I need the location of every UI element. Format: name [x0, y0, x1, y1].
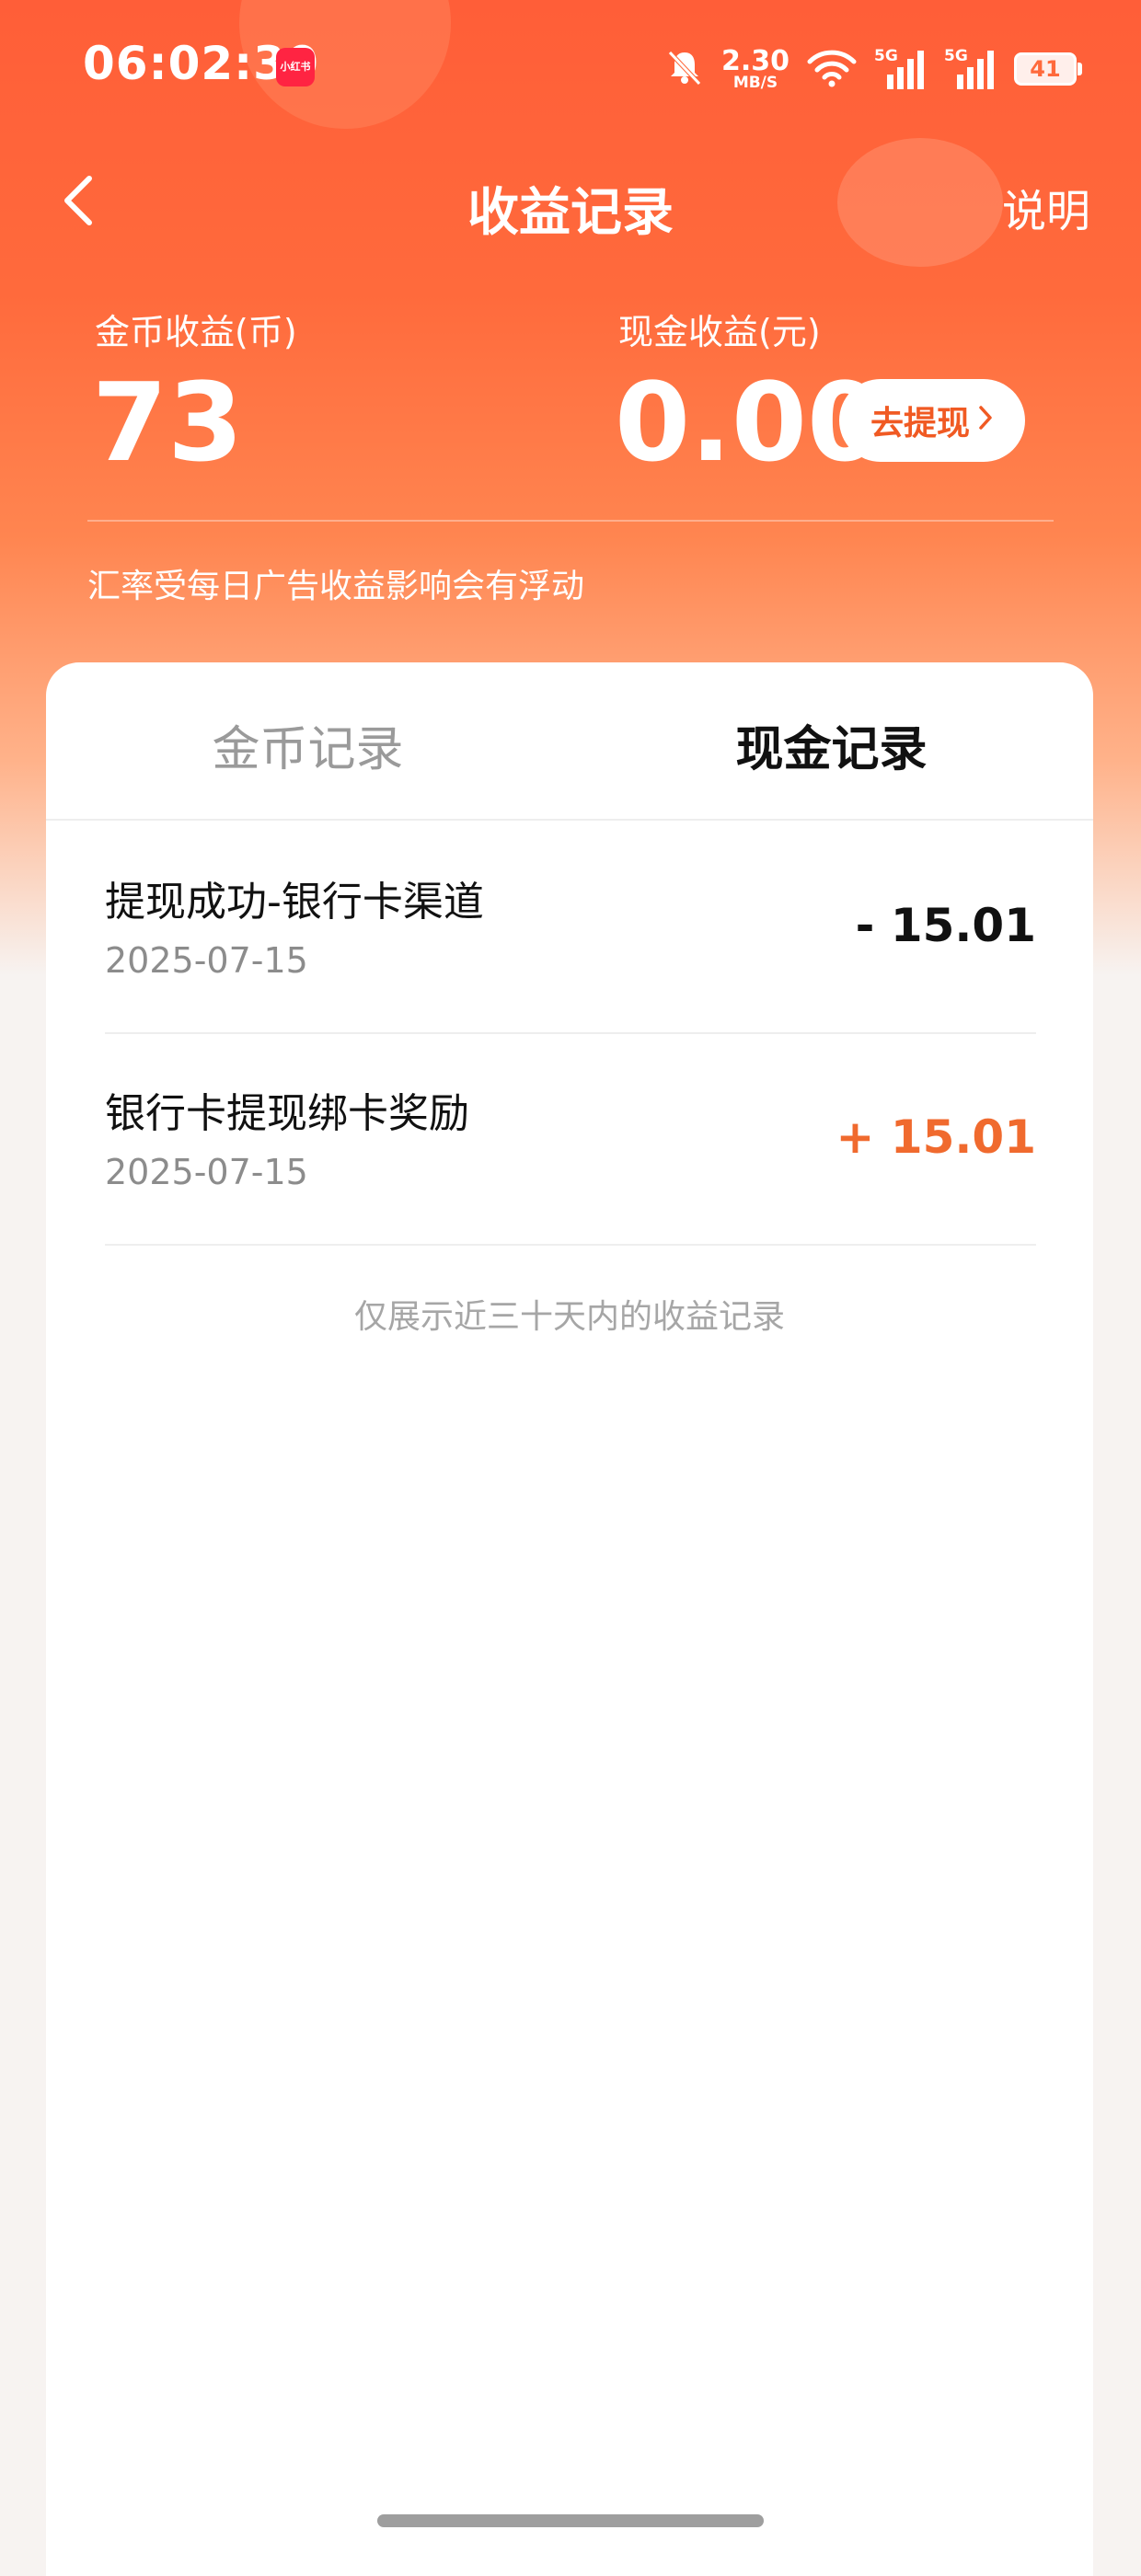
withdraw-button[interactable]: 去提现	[839, 379, 1025, 462]
chevron-right-icon	[977, 402, 994, 440]
record-title: 银行卡提现绑卡奖励	[105, 1090, 469, 1137]
coin-earnings-value: 73	[92, 359, 244, 486]
battery-icon: 41	[1014, 52, 1082, 86]
network-speed: 2.30 MB/S	[720, 44, 789, 92]
help-link[interactable]: 说明	[1002, 175, 1090, 239]
status-bar: 06:02:30 小红书 2.30 MB/S 5G 5G 41	[0, 0, 1141, 138]
record-title: 提现成功-银行卡渠道	[105, 879, 484, 926]
app-notification-icon: 小红书	[276, 48, 315, 86]
page-title: 收益记录	[467, 183, 674, 243]
nav-bar: 收益记录 说明	[0, 147, 1141, 258]
tab-cash-records[interactable]: 现金记录	[570, 710, 1093, 779]
records-card: 金币记录 现金记录 提现成功-银行卡渠道 2025-07-15 - 15.01 …	[46, 662, 1093, 2576]
record-row: 提现成功-银行卡渠道 2025-07-15 - 15.01	[105, 821, 1036, 1034]
signal-5g-icon: 5G	[944, 47, 997, 91]
record-amount: + 15.01	[836, 1110, 1036, 1164]
record-amount: - 15.01	[855, 899, 1036, 952]
divider	[87, 520, 1054, 522]
home-indicator[interactable]	[377, 2514, 764, 2527]
records-footer-note: 仅展示近三十天内的收益记录	[353, 1298, 785, 1336]
exchange-rate-note: 汇率受每日广告收益影响会有浮动	[87, 568, 585, 605]
withdraw-button-label: 去提现	[870, 405, 970, 443]
tab-coin-records[interactable]: 金币记录	[46, 710, 570, 779]
record-tabs: 金币记录 现金记录	[46, 662, 1093, 821]
earnings-summary: 金币收益(币) 73 现金收益(元) 0.00 去提现 汇率受每日广告收益影响会…	[0, 304, 1141, 635]
status-icons: 2.30 MB/S 5G 5G 41	[664, 37, 1082, 101]
cash-earnings-label: 现金收益(元)	[618, 312, 821, 352]
coin-earnings-label: 金币收益(币)	[95, 312, 297, 352]
record-date: 2025-07-15	[105, 1152, 308, 1192]
signal-5g-icon: 5G	[874, 47, 928, 91]
bell-muted-icon	[664, 47, 705, 91]
record-date: 2025-07-15	[105, 940, 308, 981]
record-row: 银行卡提现绑卡奖励 2025-07-15 + 15.01	[105, 1032, 1036, 1246]
wifi-icon	[806, 47, 858, 91]
